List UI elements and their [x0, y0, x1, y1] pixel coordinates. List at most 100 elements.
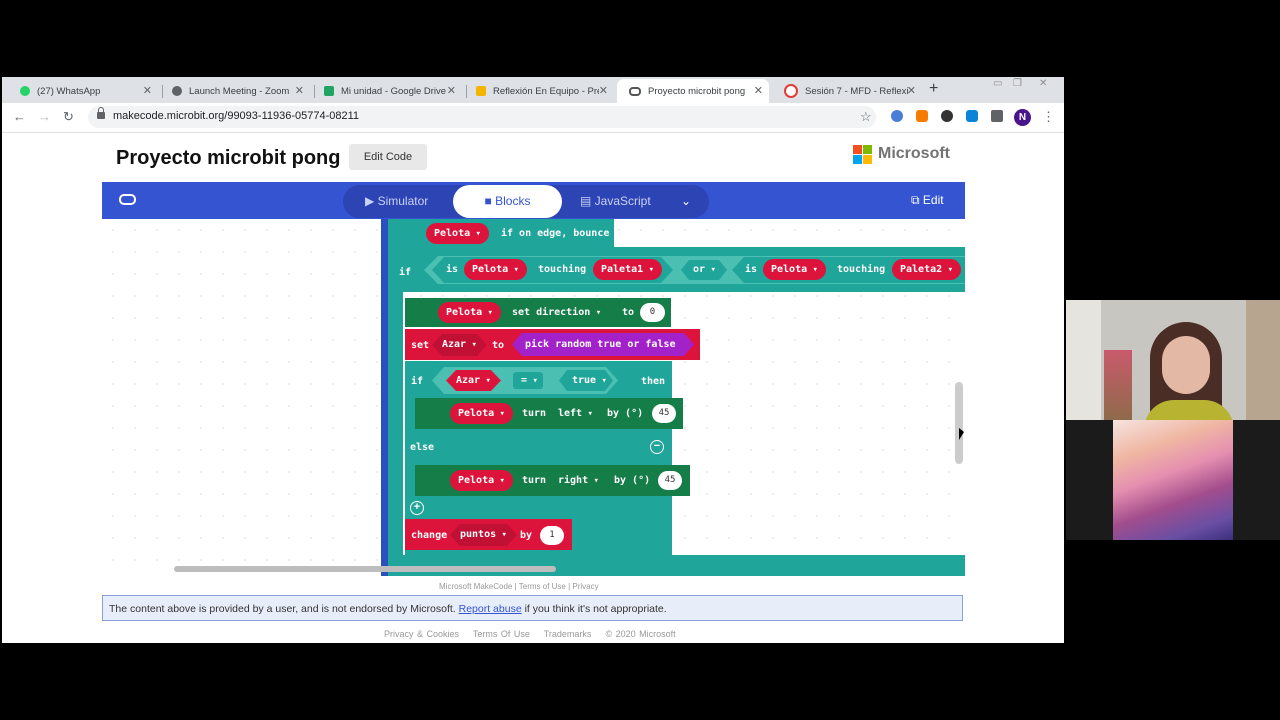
- variable-label: puntos: [460, 529, 507, 540]
- url-text[interactable]: makecode.microbit.org/99093-11936-05774-…: [113, 110, 359, 122]
- edit-button[interactable]: ⧉ Edit: [911, 193, 944, 208]
- forward-icon[interactable]: →: [38, 109, 51, 124]
- sprite-dropdown[interactable]: Pelota: [763, 259, 826, 280]
- chevron-down-icon[interactable]: ⌄: [681, 185, 691, 218]
- copyright-text: © 2020 Microsoft: [605, 629, 676, 639]
- angle-input[interactable]: 45: [652, 404, 676, 423]
- horizontal-scrollbar[interactable]: [174, 566, 556, 572]
- rss-icon[interactable]: [916, 110, 928, 122]
- makecode-footer-links[interactable]: Microsoft MakeCode | Terms of Use | Priv…: [439, 582, 599, 591]
- close-icon[interactable]: ✕: [447, 84, 456, 97]
- page-title: Proyecto microbit pong: [116, 147, 341, 169]
- turn-keyword: turn: [522, 408, 547, 419]
- block-stack: Pelota if on edge, bounce if is Pelota t…: [388, 219, 965, 576]
- close-icon[interactable]: ✕: [599, 84, 608, 97]
- windows-icon[interactable]: [966, 110, 978, 122]
- tab-slides[interactable]: Reflexión En Equipo - Pre ✕: [464, 79, 614, 103]
- variable-label: Azar: [456, 375, 491, 386]
- star-icon[interactable]: ☆: [860, 109, 872, 125]
- restore-button[interactable]: ❐: [1013, 78, 1022, 89]
- is-keyword: is: [446, 264, 459, 275]
- puzzle-icon[interactable]: [991, 110, 1003, 122]
- microsoft-wordmark: Microsoft: [878, 145, 950, 162]
- disclaimer-text: if you think it's not appropriate.: [524, 603, 667, 615]
- edit-label: Edit: [922, 193, 944, 207]
- tab-strip: (27) WhatsApp ✕ Launch Meeting - Zoom ✕ …: [2, 77, 1064, 103]
- minimize-button[interactable]: ▭: [993, 78, 1002, 89]
- vertical-scrollbar[interactable]: [955, 382, 963, 464]
- direction-dropdown[interactable]: left: [558, 408, 593, 419]
- editor-toolbar: ▶ Simulator ■ Blocks ▤ JavaScript ⌄ ⧉ Ed…: [102, 182, 965, 219]
- report-abuse-link[interactable]: Report abuse: [459, 603, 522, 615]
- browser-window: (27) WhatsApp ✕ Launch Meeting - Zoom ✕ …: [2, 77, 1064, 643]
- play-icon: ▶: [365, 194, 378, 208]
- if-body-rail: [388, 291, 403, 576]
- extension-icon[interactable]: [891, 110, 903, 122]
- close-icon[interactable]: ✕: [907, 84, 916, 97]
- sprite-dropdown[interactable]: Pelota: [450, 403, 513, 424]
- add-else-if-icon[interactable]: +: [410, 501, 424, 515]
- mode-switcher: ▶ Simulator ■ Blocks ▤ JavaScript ⌄: [343, 185, 709, 218]
- close-icon[interactable]: ✕: [754, 84, 763, 97]
- direction-dropdown[interactable]: right: [558, 475, 599, 486]
- mode-simulator[interactable]: ▶ Simulator: [365, 185, 428, 218]
- trademarks-link[interactable]: Trademarks: [544, 629, 592, 639]
- angle-input[interactable]: 45: [658, 471, 682, 490]
- or-keyword: or: [693, 264, 716, 275]
- privacy-link[interactable]: Privacy & Cookies: [384, 629, 459, 639]
- variable-dropdown[interactable]: Azar: [446, 370, 501, 391]
- webcam-video: [1066, 300, 1280, 420]
- avatar[interactable]: N: [1014, 109, 1031, 126]
- wall-photos: [1104, 350, 1132, 420]
- omnibox[interactable]: makecode.microbit.org/99093-11936-05774-…: [88, 106, 876, 128]
- remove-else-icon[interactable]: −: [650, 440, 664, 454]
- sprite-dropdown[interactable]: Pelota: [450, 470, 513, 491]
- variable-dropdown[interactable]: puntos: [450, 524, 517, 546]
- extension-dark-icon[interactable]: [941, 110, 953, 122]
- blocks-workspace[interactable]: Pelota if on edge, bounce if is Pelota t…: [102, 219, 965, 576]
- new-tab-button[interactable]: +: [929, 80, 938, 98]
- menu-icon[interactable]: ⋮: [1042, 109, 1055, 125]
- direction-input[interactable]: 0: [640, 303, 665, 322]
- back-icon[interactable]: ←: [13, 109, 26, 124]
- edit-code-button[interactable]: Edit Code: [349, 144, 427, 170]
- close-icon[interactable]: ✕: [295, 84, 304, 97]
- tab-title: Launch Meeting - Zoom: [189, 85, 290, 97]
- paddle1-dropdown[interactable]: Paleta1: [593, 259, 662, 280]
- mode-javascript[interactable]: ▤ JavaScript: [580, 185, 651, 218]
- else-keyword: else: [410, 442, 435, 453]
- tab-sesion[interactable]: Sesión 7 - MFD - Reflexi ✕: [772, 79, 922, 103]
- tab-title: Mi unidad - Google Drive: [341, 85, 447, 97]
- tab-makecode[interactable]: Proyecto microbit pong ✕: [617, 79, 769, 103]
- change-input[interactable]: 1: [540, 526, 564, 545]
- site-footer: Privacy & Cookies Terms Of Use Trademark…: [384, 629, 676, 639]
- tab-drive[interactable]: Mi unidad - Google Drive ✕: [312, 79, 462, 103]
- tab-whatsapp[interactable]: (27) WhatsApp ✕: [8, 79, 158, 103]
- by-keyword: by: [520, 530, 533, 541]
- sprite-dropdown[interactable]: Pelota: [426, 223, 489, 244]
- close-icon[interactable]: ✕: [143, 84, 152, 97]
- content-disclaimer: The content above is provided by a user,…: [102, 595, 963, 621]
- pick-random-block[interactable]: pick random true or false: [512, 333, 694, 356]
- window-close-button[interactable]: ✕: [1039, 78, 1047, 89]
- code-icon: ▤: [580, 194, 595, 208]
- disclaimer-text: The content above is provided by a user,…: [109, 603, 456, 615]
- variable-label: Azar: [442, 339, 477, 350]
- touching-keyword: touching: [837, 264, 886, 275]
- globe-icon: [172, 86, 182, 96]
- mode-label: Blocks: [495, 194, 531, 208]
- tab-zoom[interactable]: Launch Meeting - Zoom ✕: [160, 79, 310, 103]
- boolean-label: true: [572, 375, 607, 386]
- external-edit-icon: ⧉: [911, 193, 923, 207]
- operator-label: =: [521, 375, 538, 386]
- reload-icon[interactable]: ↻: [63, 109, 74, 125]
- sprite-dropdown[interactable]: Pelota: [464, 259, 527, 280]
- sprite-dropdown[interactable]: Pelota: [438, 302, 501, 323]
- terms-link[interactable]: Terms Of Use: [473, 629, 530, 639]
- variable-dropdown[interactable]: Azar: [432, 334, 487, 356]
- mode-label: Simulator: [377, 194, 429, 208]
- turn-keyword: turn: [522, 475, 547, 486]
- microbit-icon[interactable]: [119, 194, 136, 205]
- paddle2-dropdown[interactable]: Paleta2: [892, 259, 961, 280]
- mode-blocks[interactable]: ■ Blocks: [453, 185, 562, 218]
